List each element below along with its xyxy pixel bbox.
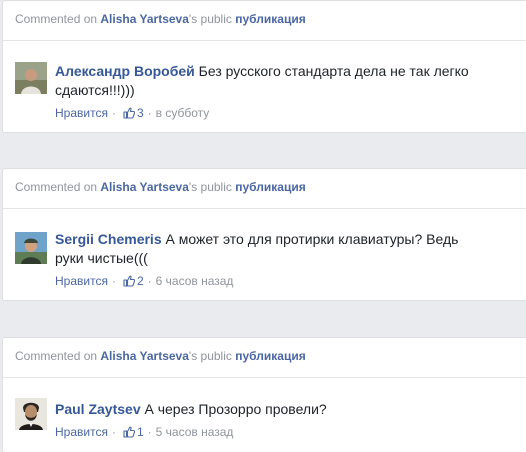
comment-text: А через Прозорро провели? bbox=[144, 401, 327, 417]
separator: · bbox=[111, 274, 116, 288]
card-header: Commented on Alisha Yartseva's public пу… bbox=[3, 169, 526, 209]
header-prefix: Commented on bbox=[15, 12, 98, 26]
avatar[interactable] bbox=[15, 232, 47, 264]
comment-author-link[interactable]: Александр Воробей bbox=[55, 63, 195, 79]
card-header: Commented on Alisha Yartseva's public пу… bbox=[3, 338, 526, 378]
comment-time[interactable]: в субботу bbox=[156, 106, 210, 120]
comment-card: Commented on Alisha Yartseva's public пу… bbox=[2, 0, 526, 133]
header-possessive: 's public bbox=[188, 349, 232, 363]
owner-link[interactable]: Alisha Yartseva bbox=[100, 12, 189, 26]
owner-link[interactable]: Alisha Yartseva bbox=[100, 349, 189, 363]
like-count[interactable]: 3 bbox=[137, 106, 144, 120]
separator: · bbox=[111, 425, 116, 439]
avatar[interactable] bbox=[15, 398, 47, 430]
avatar[interactable] bbox=[15, 62, 47, 94]
comment: Sergii Chemeris А может это для протирки… bbox=[3, 230, 526, 288]
comment-time[interactable]: 6 часов назад bbox=[156, 274, 234, 288]
comment-meta: Нравится · 2 · 6 часов назад bbox=[55, 274, 526, 288]
header-possessive: 's public bbox=[188, 12, 232, 26]
header-prefix: Commented on bbox=[15, 180, 98, 194]
comment: Александр Воробей Без русского стандарта… bbox=[3, 62, 526, 120]
like-link[interactable]: Нравится bbox=[55, 106, 108, 120]
separator: · bbox=[147, 106, 152, 120]
like-link[interactable]: Нравится bbox=[55, 274, 108, 288]
comment-card: Commented on Alisha Yartseva's public пу… bbox=[2, 337, 526, 452]
comment-card: Commented on Alisha Yartseva's public пу… bbox=[2, 168, 526, 301]
comment-author-link[interactable]: Paul Zaytsev bbox=[55, 401, 141, 417]
post-link[interactable]: публикация bbox=[235, 180, 305, 194]
like-count[interactable]: 2 bbox=[137, 274, 144, 288]
separator: · bbox=[147, 425, 152, 439]
comment-meta: Нравится · 3 · в субботу bbox=[55, 106, 526, 120]
separator: · bbox=[111, 106, 116, 120]
thumbs-up-icon[interactable] bbox=[123, 426, 136, 438]
like-link[interactable]: Нравится bbox=[55, 425, 108, 439]
post-link[interactable]: публикация bbox=[235, 12, 305, 26]
header-possessive: 's public bbox=[188, 180, 232, 194]
comment-author-link[interactable]: Sergii Chemeris bbox=[55, 231, 162, 247]
comment: Paul Zaytsev А через Прозорро провели? Н… bbox=[3, 398, 526, 439]
owner-link[interactable]: Alisha Yartseva bbox=[100, 180, 189, 194]
thumbs-up-icon[interactable] bbox=[123, 275, 136, 287]
post-link[interactable]: публикация bbox=[235, 349, 305, 363]
comment-meta: Нравится · 1 · 5 часов назад bbox=[55, 425, 526, 439]
thumbs-up-icon[interactable] bbox=[123, 107, 136, 119]
comment-body: Paul Zaytsev А через Прозорро провели? bbox=[55, 400, 526, 419]
comment-body: Sergii Chemeris А может это для протирки… bbox=[55, 230, 526, 268]
header-prefix: Commented on bbox=[15, 349, 98, 363]
separator: · bbox=[147, 274, 152, 288]
comment-body: Александр Воробей Без русского стандарта… bbox=[55, 62, 526, 100]
like-count[interactable]: 1 bbox=[137, 425, 144, 439]
card-header: Commented on Alisha Yartseva's public пу… bbox=[3, 1, 526, 41]
comment-time[interactable]: 5 часов назад bbox=[156, 425, 234, 439]
